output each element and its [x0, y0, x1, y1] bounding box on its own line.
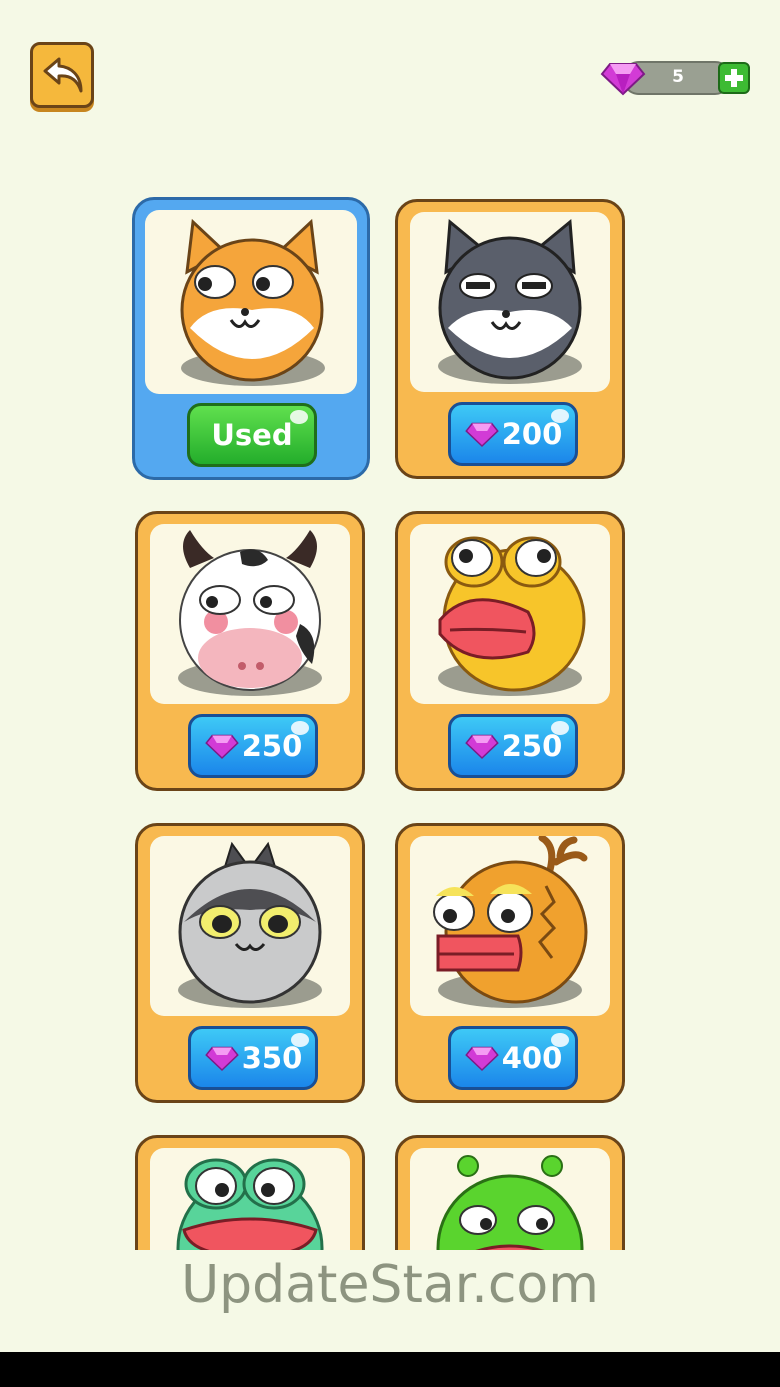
skin-preview — [410, 212, 610, 392]
gem-icon — [204, 1046, 239, 1072]
skin-card-alien[interactable] — [395, 1135, 625, 1250]
used-label: Used — [211, 418, 293, 452]
skin-button-used[interactable]: Used — [187, 403, 317, 467]
cat-ball-icon — [178, 841, 322, 1008]
price-label: 250 — [241, 729, 303, 763]
skin-card-duck[interactable]: 250 — [395, 511, 625, 791]
husky-ball-icon — [438, 219, 582, 384]
button-shine — [291, 1033, 309, 1047]
price-label: 350 — [241, 1041, 303, 1075]
buy-button-200[interactable]: 200 — [448, 402, 578, 466]
skin-card-shiba[interactable]: Used — [132, 197, 370, 480]
price-label: 400 — [501, 1041, 563, 1075]
skin-preview — [145, 210, 357, 394]
buy-button-400[interactable]: 400 — [448, 1026, 578, 1090]
dragon-ball-icon — [433, 836, 588, 1008]
skin-card-cat[interactable]: 350 — [135, 823, 365, 1103]
skin-preview — [410, 836, 610, 1016]
skin-card-frog[interactable] — [135, 1135, 365, 1250]
gem-icon — [464, 1046, 499, 1072]
skin-card-husky[interactable]: 200 — [395, 199, 625, 479]
buy-button-350[interactable]: 350 — [188, 1026, 318, 1090]
skin-preview — [150, 1148, 350, 1250]
shiba-ball-icon — [180, 218, 325, 386]
button-shine — [551, 721, 569, 735]
gem-icon — [464, 422, 499, 448]
button-shine — [291, 721, 309, 735]
navigation-bar — [0, 1352, 780, 1387]
gem-icon — [464, 734, 499, 760]
duck-ball-icon — [438, 536, 586, 696]
price-label: 250 — [501, 729, 563, 763]
frog-ball-icon — [176, 1158, 324, 1250]
skin-grid: Used 200 250 250 350 400 — [0, 0, 780, 1250]
alien-ball-icon — [436, 1155, 584, 1250]
price-label: 200 — [501, 417, 563, 451]
button-shine — [290, 410, 308, 424]
cow-ball-icon — [178, 530, 322, 696]
skin-card-cow[interactable]: 250 — [135, 511, 365, 791]
gem-icon — [204, 734, 239, 760]
skin-preview — [150, 524, 350, 704]
buy-button-250-cow[interactable]: 250 — [188, 714, 318, 778]
skin-preview — [410, 1148, 610, 1250]
watermark: UpdateStar.com — [0, 1250, 780, 1350]
button-shine — [551, 409, 569, 423]
skin-preview — [410, 524, 610, 704]
buy-button-250-duck[interactable]: 250 — [448, 714, 578, 778]
button-shine — [551, 1033, 569, 1047]
skin-card-dragon[interactable]: 400 — [395, 823, 625, 1103]
skin-preview — [150, 836, 350, 1016]
